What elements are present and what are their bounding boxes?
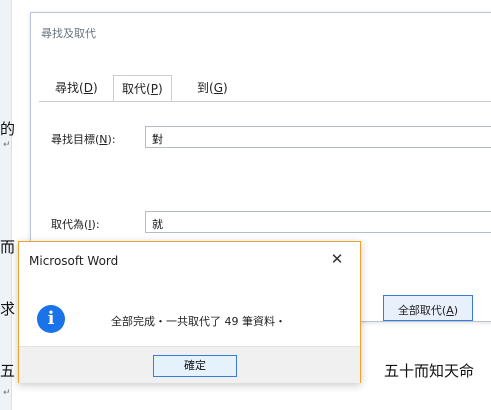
dialog-title: 尋找及取代 [41,27,96,40]
tab-accesskey: D [83,81,93,95]
label-text: 取代為( [51,218,89,231]
document-text-line: 五十而知天命 [384,362,475,380]
tab-label: 尋找( [55,81,84,95]
find-what-label: 尋找目標(N): [51,131,116,147]
label-suffix: ): [91,218,100,231]
button-accesskey: A [446,304,454,317]
tab-label-suffix: ) [157,82,163,96]
tab-goto[interactable]: 到(G) [189,75,236,101]
document-char: 求 [0,300,16,318]
tab-label-suffix: ) [92,81,98,95]
replace-with-label: 取代為(I): [51,216,100,232]
info-icon: i [37,305,65,333]
button-label-suffix: ) [453,304,459,317]
paragraph-mark-icon: ↵ [3,140,11,150]
tab-label: 到( [197,81,214,95]
document-char: 而 [0,238,16,256]
button-label: 全部取代( [397,304,447,317]
document-left-margin [0,0,12,410]
label-suffix: ): [107,133,116,146]
message-box-footer: 確定 [19,346,360,383]
replace-all-button[interactable]: 全部取代(A) [383,295,473,321]
tab-find[interactable]: 尋找(D) [47,75,106,101]
tab-bar: 尋找(D) 取代(P) 到(G) [31,75,491,102]
message-box-title: Microsoft Word [29,254,119,268]
message-text: 全部完成・一共取代了 49 筆資料・ [111,315,286,328]
tab-accesskey: P [150,82,158,96]
find-what-input[interactable]: 對 [145,126,491,148]
label-accesskey: N [99,133,108,146]
paragraph-mark-icon: ↵ [3,388,11,398]
label-text: 尋找目標( [51,133,100,146]
ok-button[interactable]: 確定 [153,355,237,377]
close-icon[interactable]: ✕ [326,248,348,270]
replace-with-input[interactable]: 就 [145,211,491,233]
tab-label-suffix: ) [223,81,228,95]
document-char: 五 [0,362,16,380]
document-char: 的 [0,120,16,138]
message-box: Microsoft Word ✕ i 全部完成・一共取代了 49 筆資料・ 確定 [18,241,361,383]
tab-replace[interactable]: 取代(P) [113,75,172,102]
tab-accesskey: G [213,81,223,95]
tab-label: 取代( [122,82,151,96]
